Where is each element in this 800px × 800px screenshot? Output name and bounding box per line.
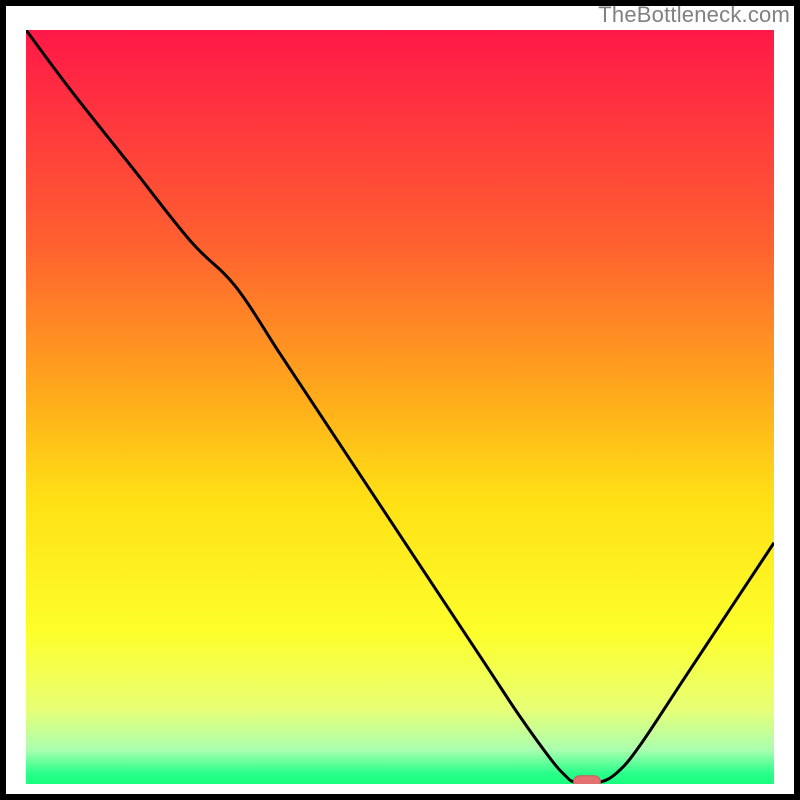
bottleneck-chart [0, 0, 800, 800]
optimum-marker [574, 776, 601, 788]
chart-frame: TheBottleneck.com [0, 0, 800, 800]
gradient-background [26, 30, 774, 784]
watermark-text: TheBottleneck.com [598, 2, 790, 28]
